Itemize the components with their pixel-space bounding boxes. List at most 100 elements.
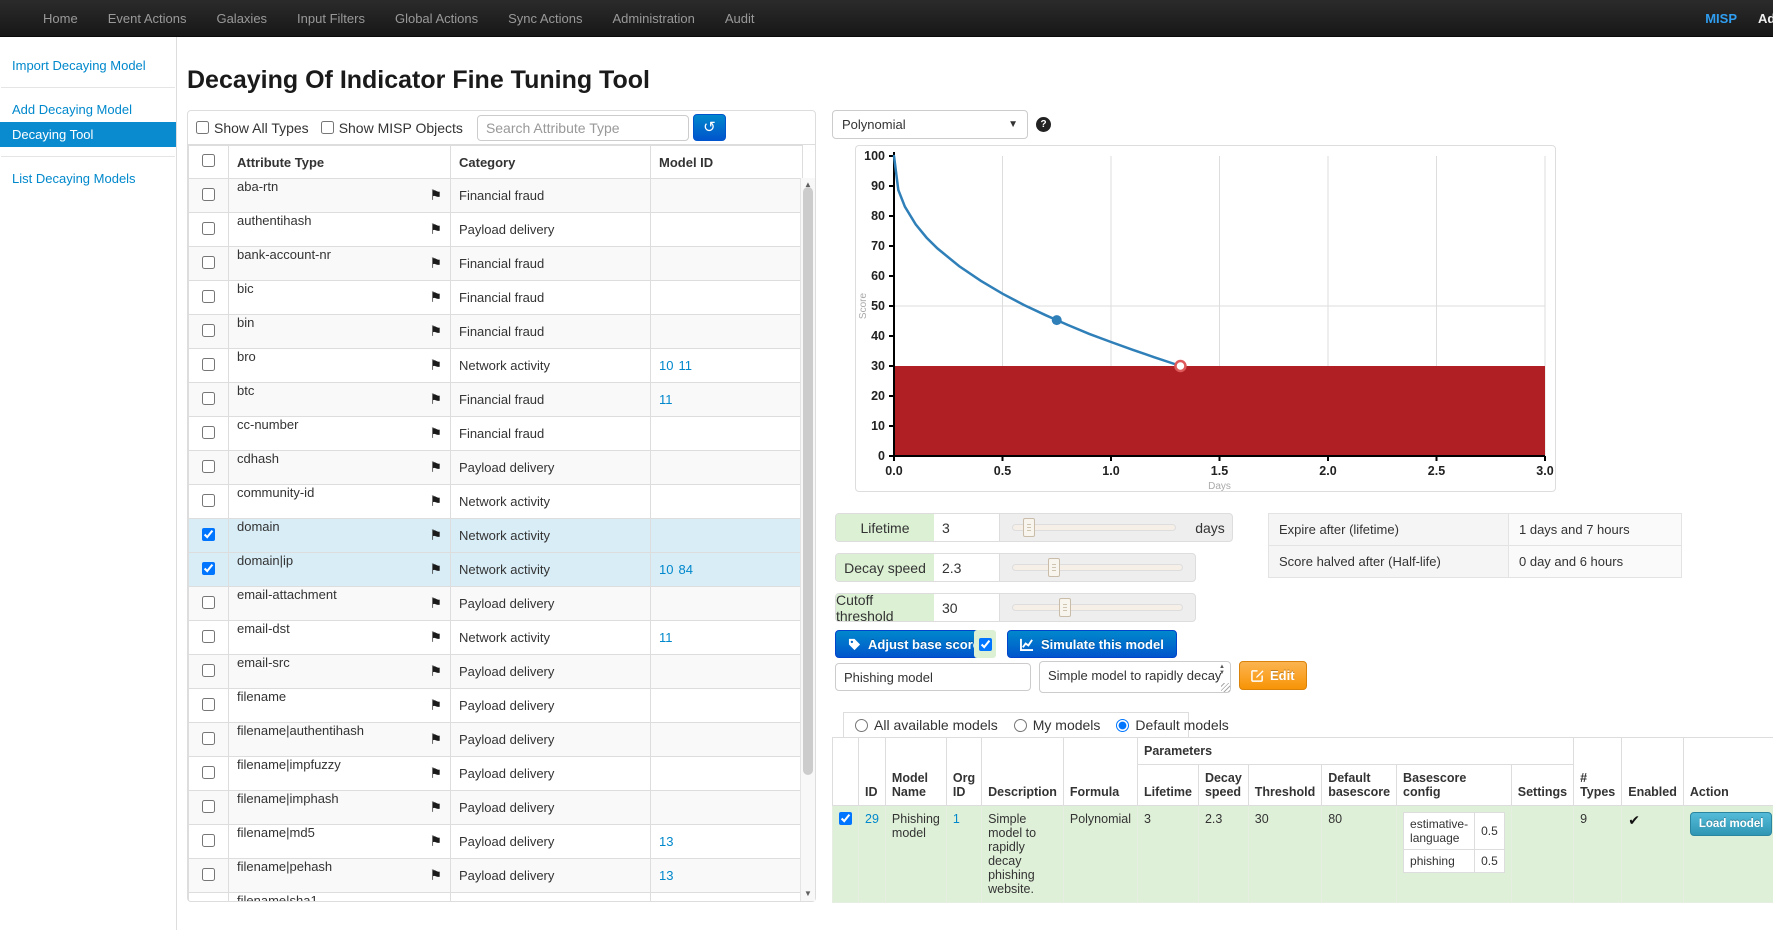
row-checkbox[interactable] xyxy=(202,324,215,337)
vertical-scrollbar[interactable]: ▲ ▼ xyxy=(800,178,815,901)
table-row: filename⚑Payload delivery xyxy=(189,689,803,723)
cutoff-threshold-input[interactable] xyxy=(934,594,1000,621)
row-checkbox[interactable] xyxy=(202,290,215,303)
curve-point-marker[interactable] xyxy=(1052,315,1062,325)
lifetime-slider[interactable] xyxy=(1000,514,1188,541)
model-filter-label: All available models xyxy=(874,717,998,733)
show-all-types-toggle[interactable]: Show All Types xyxy=(196,120,309,136)
lifetime-slider-track[interactable] xyxy=(1012,524,1176,531)
refresh-button[interactable]: ↺ xyxy=(693,114,726,141)
cutoff-threshold-slider[interactable] xyxy=(1000,594,1195,621)
row-checkbox[interactable] xyxy=(202,596,215,609)
row-checkbox[interactable] xyxy=(202,222,215,235)
nav-item-input-filters[interactable]: Input Filters xyxy=(282,0,380,37)
nav-item-galaxies[interactable]: Galaxies xyxy=(201,0,282,37)
model-id-link[interactable]: 11 xyxy=(678,358,692,373)
model-id-link[interactable]: 11 xyxy=(659,630,673,645)
show-misp-objects-checkbox[interactable] xyxy=(321,121,334,134)
row-checkbox[interactable] xyxy=(202,562,215,575)
select-all-checkbox[interactable] xyxy=(202,154,215,167)
row-checkbox[interactable] xyxy=(202,766,215,779)
attribute-type-label: cc-number xyxy=(237,417,298,432)
row-checkbox[interactable] xyxy=(202,868,215,881)
model-filter-radio[interactable] xyxy=(1116,719,1129,732)
search-input[interactable] xyxy=(477,115,689,141)
sidebar-item-add-decaying-model[interactable]: Add Decaying Model xyxy=(0,97,176,122)
row-checkbox[interactable] xyxy=(202,732,215,745)
adjust-base-score-button[interactable]: Adjust base score xyxy=(835,630,993,658)
lifetime-slider-handle[interactable] xyxy=(1023,518,1035,537)
row-checkbox[interactable] xyxy=(202,630,215,643)
misp-brand-link[interactable]: MISP xyxy=(1705,0,1737,37)
show-misp-objects-toggle[interactable]: Show MISP Objects xyxy=(321,120,463,136)
model-org-link[interactable]: 1 xyxy=(953,812,960,826)
adjust-base-score-checkbox[interactable] xyxy=(979,638,992,651)
model-formula-cell: Polynomial xyxy=(1063,806,1137,903)
row-checkbox[interactable] xyxy=(202,426,215,439)
model-filter-option-all-available-models[interactable]: All available models xyxy=(855,717,998,733)
table-row: filename|pehash⚑Payload delivery13 xyxy=(189,859,803,893)
show-all-types-checkbox[interactable] xyxy=(196,121,209,134)
formula-select[interactable]: Polynomial ▼ xyxy=(832,110,1028,139)
row-checkbox[interactable] xyxy=(202,188,215,201)
load-model-button[interactable]: Load model xyxy=(1690,812,1773,836)
sidebar-item-import-decaying-model[interactable]: Import Decaying Model xyxy=(0,53,176,78)
model-filter-option-default-models[interactable]: Default models xyxy=(1116,717,1228,733)
model-id-link[interactable]: 10 xyxy=(659,562,673,577)
model-id-link[interactable]: 13 xyxy=(659,834,673,849)
spinner-arrows-icon[interactable]: ▲▼ xyxy=(1216,664,1228,676)
decay-speed-slider-track[interactable] xyxy=(1012,564,1183,571)
cutoff-threshold-slider-handle[interactable] xyxy=(1059,598,1071,617)
row-checkbox[interactable] xyxy=(202,800,215,813)
row-checkbox[interactable] xyxy=(202,392,215,405)
row-checkbox[interactable] xyxy=(202,256,215,269)
lifetime-input[interactable] xyxy=(934,514,1000,541)
user-menu[interactable]: Admin xyxy=(1758,0,1773,37)
sidebar-item-list-decaying-models[interactable]: List Decaying Models xyxy=(0,166,176,191)
nav-item-administration[interactable]: Administration xyxy=(598,0,710,37)
cutoff-threshold-slider-track[interactable] xyxy=(1012,604,1183,611)
nav-item-global-actions[interactable]: Global Actions xyxy=(380,0,493,37)
model-id-link[interactable]: 29 xyxy=(865,812,879,826)
model-id-link[interactable]: 10 xyxy=(659,358,673,373)
threshold-point-marker[interactable] xyxy=(1175,361,1185,371)
model-filter-option-my-models[interactable]: My models xyxy=(1014,717,1101,733)
scroll-down-icon[interactable]: ▼ xyxy=(801,887,815,901)
decay-speed-slider-handle[interactable] xyxy=(1048,558,1060,577)
model-filter-radio[interactable] xyxy=(855,719,868,732)
row-checkbox[interactable] xyxy=(202,698,215,711)
model-name-input[interactable] xyxy=(835,663,1031,691)
model-id-link[interactable]: 11 xyxy=(659,392,673,407)
row-checkbox[interactable] xyxy=(202,664,215,677)
edit-model-button[interactable]: Edit xyxy=(1239,661,1307,690)
model-id-link[interactable]: 13 xyxy=(659,868,673,883)
category-cell: Payload delivery xyxy=(451,213,651,247)
model-filter-radio[interactable] xyxy=(1014,719,1027,732)
model-id-cell xyxy=(651,315,803,349)
scrollbar-thumb[interactable] xyxy=(803,187,813,775)
nav-item-event-actions[interactable]: Event Actions xyxy=(93,0,202,37)
row-checkbox[interactable] xyxy=(202,358,215,371)
model-row-checkbox[interactable] xyxy=(839,812,852,825)
nav-item-audit[interactable]: Audit xyxy=(710,0,770,37)
model-id-link[interactable]: 84 xyxy=(678,562,692,577)
sidebar-item-decaying-tool[interactable]: Decaying Tool xyxy=(0,122,176,147)
nav-item-home[interactable]: Home xyxy=(28,0,93,37)
y-tick-label: 100 xyxy=(864,149,885,163)
y-tick-label: 0 xyxy=(878,449,885,463)
table-row: filename|sha1⚑Payload delivery13 xyxy=(189,893,803,902)
nav-item-sync-actions[interactable]: Sync Actions xyxy=(493,0,597,37)
row-checkbox[interactable] xyxy=(202,460,215,473)
resize-grip-icon[interactable] xyxy=(1221,683,1230,692)
decay-speed-input[interactable] xyxy=(934,554,1000,581)
row-checkbox[interactable] xyxy=(202,528,215,541)
decay-speed-slider[interactable] xyxy=(1000,554,1195,581)
help-question-icon[interactable]: ? xyxy=(1036,117,1051,132)
row-checkbox[interactable] xyxy=(202,834,215,847)
row-checkbox[interactable] xyxy=(202,494,215,507)
row-checkbox-cell xyxy=(189,179,229,213)
top-navbar: HomeEvent ActionsGalaxiesInput FiltersGl… xyxy=(0,0,1773,37)
sidebar-divider xyxy=(1,87,175,88)
simulate-model-button[interactable]: Simulate this model xyxy=(1007,630,1177,658)
model-description-textarea[interactable] xyxy=(1039,661,1231,693)
